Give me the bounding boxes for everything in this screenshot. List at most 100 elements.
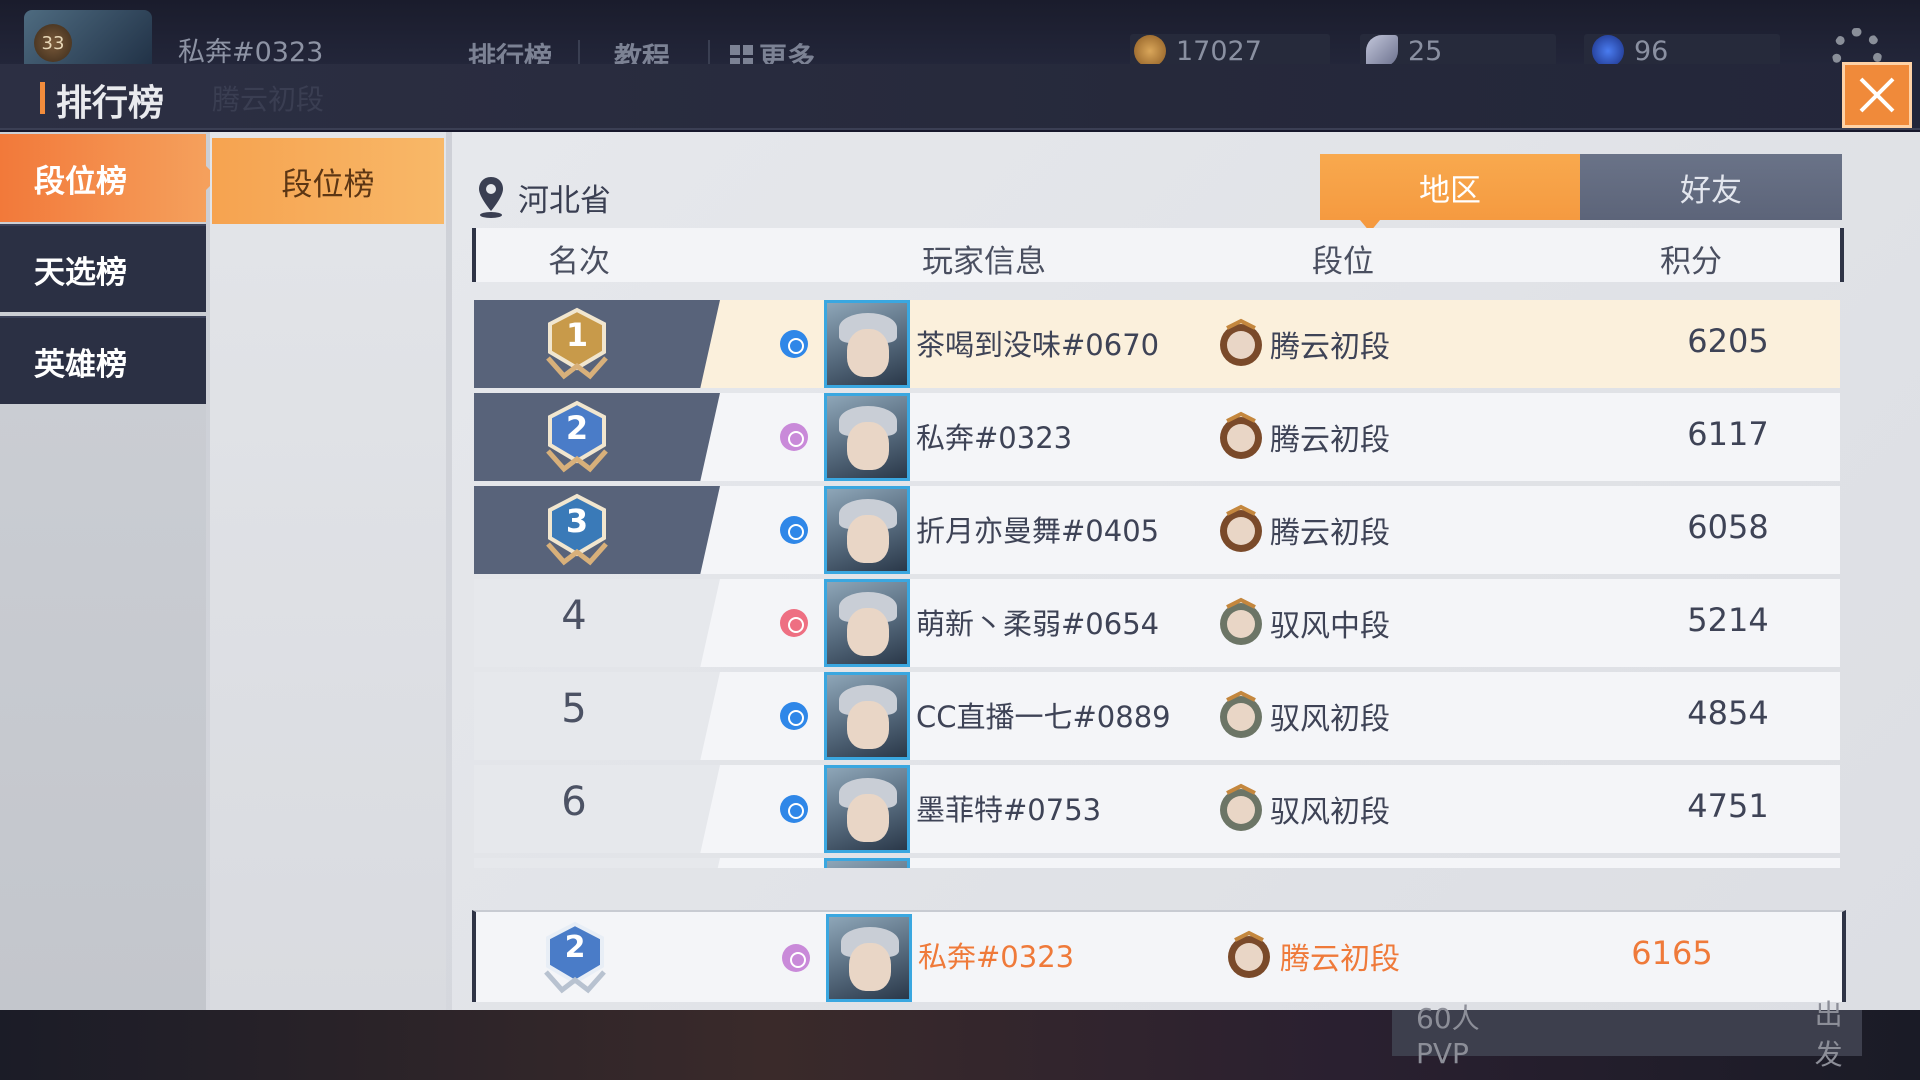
table-row[interactable]: 1 茶喝到没味#0670 腾云初段 6205	[474, 300, 1840, 388]
pvp-button[interactable]: 60人PVP 出发	[1392, 998, 1862, 1071]
player-name: 茶喝到没味#0670	[916, 328, 1160, 362]
rank-number: 6	[561, 779, 587, 825]
region-indicator: 河北省	[476, 172, 611, 222]
sidebar: 段位榜 天选榜 英雄榜	[0, 132, 218, 1010]
table-header: 名次 玩家信息 段位 积分	[472, 228, 1844, 282]
title-ghost-text: 腾云初段	[212, 83, 325, 116]
page-title: 排行榜	[56, 83, 165, 124]
sidebar-item-label: 天选榜	[34, 254, 127, 291]
self-rank-number: 2	[564, 930, 586, 965]
player-avatar[interactable]	[824, 300, 910, 388]
player-level-badge: 33	[34, 24, 72, 62]
subtab-rank[interactable]: 段位榜	[212, 138, 444, 224]
table-row[interactable]: 7cc直播伊歌#0742驭风初段4702	[474, 858, 1840, 868]
tier-name: 腾云初段	[1270, 423, 1390, 458]
sidebar-item-label: 英雄榜	[34, 346, 127, 383]
region-label: 河北省	[518, 182, 611, 219]
rank-cell	[474, 858, 720, 868]
player-avatar[interactable]	[824, 765, 910, 853]
tier-name: 驭风中段	[1270, 609, 1390, 644]
tier-badge-icon	[1220, 411, 1262, 459]
player-name: 折月亦曼舞#0405	[916, 514, 1160, 548]
pvp-label: 60人PVP	[1416, 1001, 1480, 1070]
coin-resource: 17027	[1134, 34, 1262, 68]
player-name: 私奔#0323	[916, 421, 1073, 455]
score: 6117	[1687, 415, 1769, 453]
tier-badge-icon	[1220, 318, 1262, 366]
hud-separator	[578, 40, 580, 66]
sidebar-item-hero[interactable]: 英雄榜	[0, 316, 206, 404]
feather-value: 25	[1408, 35, 1443, 67]
tab-area[interactable]: 地区	[1320, 154, 1580, 232]
tier-badge-icon	[1220, 783, 1262, 831]
tier-badge-icon	[1228, 930, 1270, 978]
header-player: 玩家信息	[922, 244, 1046, 280]
score: 6205	[1687, 322, 1769, 360]
tab-friends[interactable]: 好友	[1580, 154, 1842, 220]
self-score: 6165	[1631, 934, 1713, 972]
gender-neutral-icon	[782, 944, 810, 972]
leaderboard-list[interactable]: 1 茶喝到没味#0670 腾云初段 6205 2 私奔#0323 腾云初段 6117 3 折月亦曼…	[474, 300, 1840, 868]
close-button[interactable]	[1842, 62, 1912, 128]
game-screen: 33 私奔#0323 排行榜 教程 更多 17027 25 96 排行榜 腾云初…	[0, 0, 1920, 1080]
gem-icon	[1592, 35, 1624, 67]
player-avatar[interactable]	[824, 579, 910, 667]
table-row[interactable]: 3 折月亦曼舞#0405 腾云初段 6058	[474, 486, 1840, 574]
score: 4751	[1687, 787, 1769, 825]
header-score: 积分	[1660, 244, 1722, 280]
rank-number: 3	[565, 502, 589, 540]
female-icon	[780, 609, 808, 637]
player-name: 墨菲特#0753	[916, 793, 1102, 827]
player-avatar[interactable]	[824, 393, 910, 481]
score: 4854	[1687, 694, 1769, 732]
gem-value: 96	[1634, 35, 1669, 67]
self-rank-row[interactable]: 2 私奔#0323 腾云初段 6165	[472, 910, 1846, 1002]
coin-value: 17027	[1176, 35, 1262, 67]
close-icon	[1859, 77, 1895, 113]
tier-name: 驭风初段	[1270, 795, 1390, 830]
table-row[interactable]: 5 CC直播一七#0889 驭风初段 4854	[474, 672, 1840, 760]
player-avatar	[826, 914, 912, 1002]
title-bar: 排行榜 腾云初段	[0, 64, 1920, 130]
player-avatar[interactable]	[824, 486, 910, 574]
sidebar-item-label: 段位榜	[34, 163, 127, 200]
tier-badge-icon	[1220, 690, 1262, 738]
self-tier-name: 腾云初段	[1280, 942, 1400, 977]
tier-name: 腾云初段	[1270, 330, 1390, 365]
player-avatar[interactable]	[824, 672, 910, 760]
table-row[interactable]: 4 萌新丶柔弱#0654 驭风中段 5214	[474, 579, 1840, 667]
table-row[interactable]: 6 墨菲特#0753 驭风初段 4751	[474, 765, 1840, 853]
title-accent	[40, 82, 45, 114]
header-tier: 段位	[1312, 244, 1374, 280]
self-player-name: 私奔#0323	[918, 940, 1075, 974]
player-name: 萌新丶柔弱#0654	[916, 607, 1160, 641]
sidebar-item-rank[interactable]: 段位榜	[0, 134, 218, 222]
tier-badge-icon	[1220, 597, 1262, 645]
tier-name: 腾云初段	[1270, 516, 1390, 551]
player-avatar[interactable]	[824, 858, 910, 868]
table-row[interactable]: 2 私奔#0323 腾云初段 6117	[474, 393, 1840, 481]
male-icon	[780, 795, 808, 823]
location-pin-icon	[479, 177, 503, 218]
tier-name: 驭风初段	[1270, 702, 1390, 737]
rank-number: 2	[565, 409, 589, 447]
male-icon	[780, 516, 808, 544]
male-icon	[780, 702, 808, 730]
rank-number: 5	[561, 686, 587, 732]
male-icon	[780, 330, 808, 358]
gem-resource: 96	[1592, 34, 1668, 68]
feather-resource: 25	[1366, 34, 1442, 68]
header-rank: 名次	[548, 244, 610, 280]
rank-number: 1	[565, 316, 589, 354]
subtab-column: 段位榜	[210, 132, 446, 1010]
top-hud: 33 私奔#0323 排行榜 教程 更多 17027 25 96	[0, 0, 1920, 78]
hud-separator	[708, 40, 710, 66]
rank-number: 4	[561, 593, 587, 639]
sidebar-item-chosen[interactable]: 天选榜	[0, 224, 206, 312]
score: 6058	[1687, 508, 1769, 546]
tier-badge-icon	[1220, 504, 1262, 552]
coin-icon	[1134, 35, 1166, 67]
leaderboard-panel: 段位榜 天选榜 英雄榜 段位榜 河北省 地区 好友 名次 玩家信息 段位 积分 …	[0, 132, 1920, 1010]
gender-neutral-icon	[780, 423, 808, 451]
feather-icon	[1366, 35, 1398, 67]
